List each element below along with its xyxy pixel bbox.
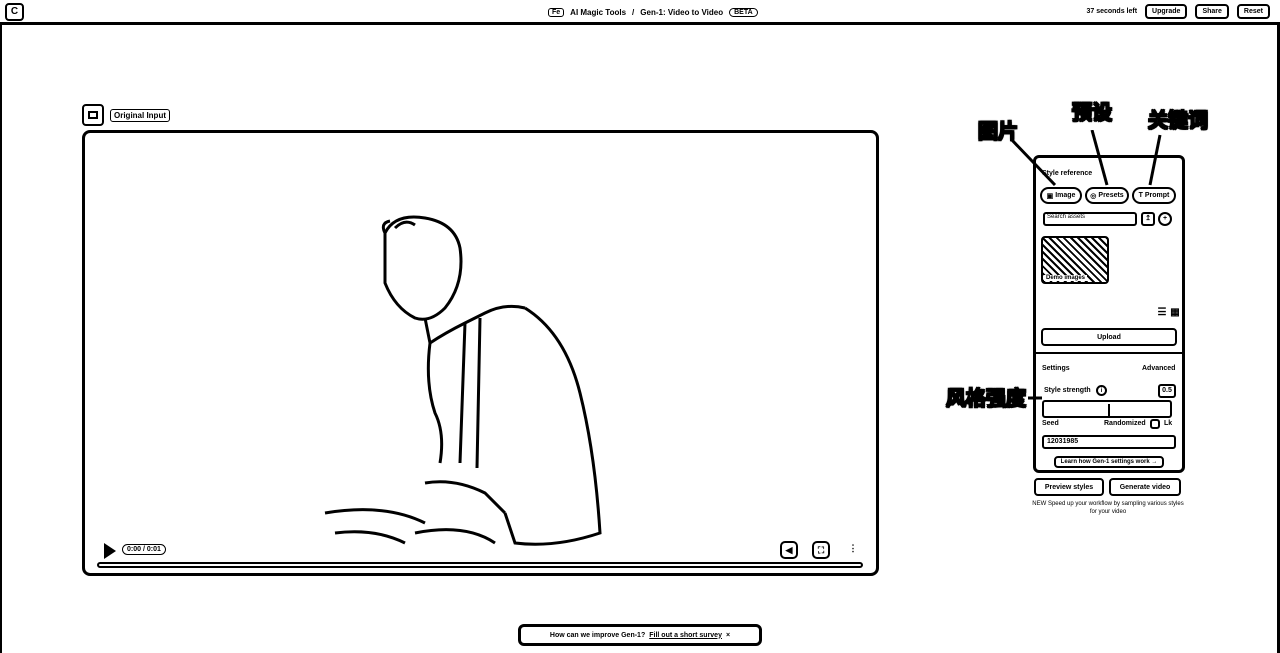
style-strength-slider[interactable] xyxy=(1042,400,1172,418)
strength-value[interactable]: 0.5 xyxy=(1158,384,1176,398)
workspace-badge[interactable]: Fe xyxy=(548,7,565,17)
video-controls: 0:00 / 0:01 ◀ ⛶ ⋮ xyxy=(100,541,860,561)
style-strength-label: Style strength xyxy=(1044,387,1091,394)
breadcrumb-gen1: Gen-1: Video to Video xyxy=(640,7,724,17)
fullscreen-icon[interactable]: ⛶ xyxy=(812,541,830,559)
annotation-presets: 预设 xyxy=(1072,100,1113,125)
settings-title: Settings xyxy=(1042,365,1070,372)
randomize-checkbox[interactable] xyxy=(1150,419,1160,429)
top-actions: 37 seconds left Upgrade Share Reset xyxy=(1086,4,1270,19)
breadcrumb-ai-magic-tools[interactable]: AI Magic Tools xyxy=(570,8,626,17)
annotation-strength: 风格强度 xyxy=(946,386,1027,411)
video-player[interactable]: 0:00 / 0:01 ◀ ⛶ ⋮ xyxy=(82,130,879,576)
info-icon[interactable]: i xyxy=(1096,385,1107,396)
upload-button[interactable]: Upload xyxy=(1041,328,1177,346)
annotation-arrow-strength xyxy=(1028,396,1042,400)
video-icon xyxy=(82,104,104,126)
demo-images-label: Demo images xyxy=(1044,275,1088,281)
play-icon[interactable] xyxy=(104,543,116,559)
input-label: Original Input xyxy=(110,108,170,122)
time-left: 37 seconds left xyxy=(1086,8,1138,15)
randomized-label: Randomized xyxy=(1104,420,1146,427)
generate-video-button[interactable]: Generate video xyxy=(1109,478,1181,496)
survey-link[interactable]: Fill out a short survey xyxy=(649,632,722,639)
slider-knob[interactable] xyxy=(1108,404,1111,416)
learn-more-link[interactable]: Learn how Gen-1 settings work → xyxy=(1054,456,1164,468)
demo-images-folder[interactable]: Demo images xyxy=(1041,236,1109,284)
video-progress-bar[interactable] xyxy=(97,562,863,568)
speed-up-note: NEW Speed up your workflow by sampling v… xyxy=(1032,501,1184,515)
reset-button[interactable]: Reset xyxy=(1236,4,1270,19)
close-icon[interactable]: × xyxy=(726,632,730,639)
video-time: 0:00 / 0:01 xyxy=(122,544,166,555)
upload-icon[interactable]: ↥ xyxy=(1141,212,1155,226)
upgrade-button[interactable]: Upgrade xyxy=(1145,4,1188,19)
survey-banner: How can we improve Gen-1? Fill out a sho… xyxy=(518,624,762,646)
survey-text: How can we improve Gen-1? xyxy=(549,631,646,639)
add-icon[interactable]: + xyxy=(1158,212,1172,226)
app-logo[interactable]: C xyxy=(5,3,24,21)
seed-label: Seed xyxy=(1042,420,1059,427)
seed-input[interactable]: 12031985 xyxy=(1042,435,1176,449)
annotation-prompt: 关键词 xyxy=(1148,108,1209,133)
breadcrumb: Fe AI Magic Tools / Gen-1: Video to Vide… xyxy=(548,4,758,20)
action-buttons: Preview styles Generate video xyxy=(1031,476,1183,498)
video-frame xyxy=(324,215,602,546)
lock-seed-label[interactable]: Lk xyxy=(1164,420,1172,427)
preview-styles-button[interactable]: Preview styles xyxy=(1034,478,1104,496)
share-button[interactable]: Share xyxy=(1195,4,1229,19)
more-options-icon[interactable]: ⋮ xyxy=(844,541,862,559)
list-view-icon[interactable]: ☰ xyxy=(1155,308,1169,322)
top-bar: C Fe AI Magic Tools / Gen-1: Video to Vi… xyxy=(0,0,1280,25)
breadcrumb-separator: / xyxy=(632,7,635,17)
volume-icon[interactable]: ◀ xyxy=(780,541,798,559)
search-assets-input[interactable]: Search assets xyxy=(1043,212,1137,226)
settings-panel: Style reference ▣ Image ◎ Presets T Prom… xyxy=(1033,155,1185,473)
annotation-arrows xyxy=(1010,130,1162,187)
beta-badge: BETA xyxy=(729,7,758,17)
section-divider xyxy=(1036,352,1182,354)
grid-view-icon[interactable]: ▦ xyxy=(1168,308,1182,322)
advanced-toggle[interactable]: Advanced xyxy=(1142,365,1175,372)
input-header: Original Input xyxy=(82,104,170,126)
